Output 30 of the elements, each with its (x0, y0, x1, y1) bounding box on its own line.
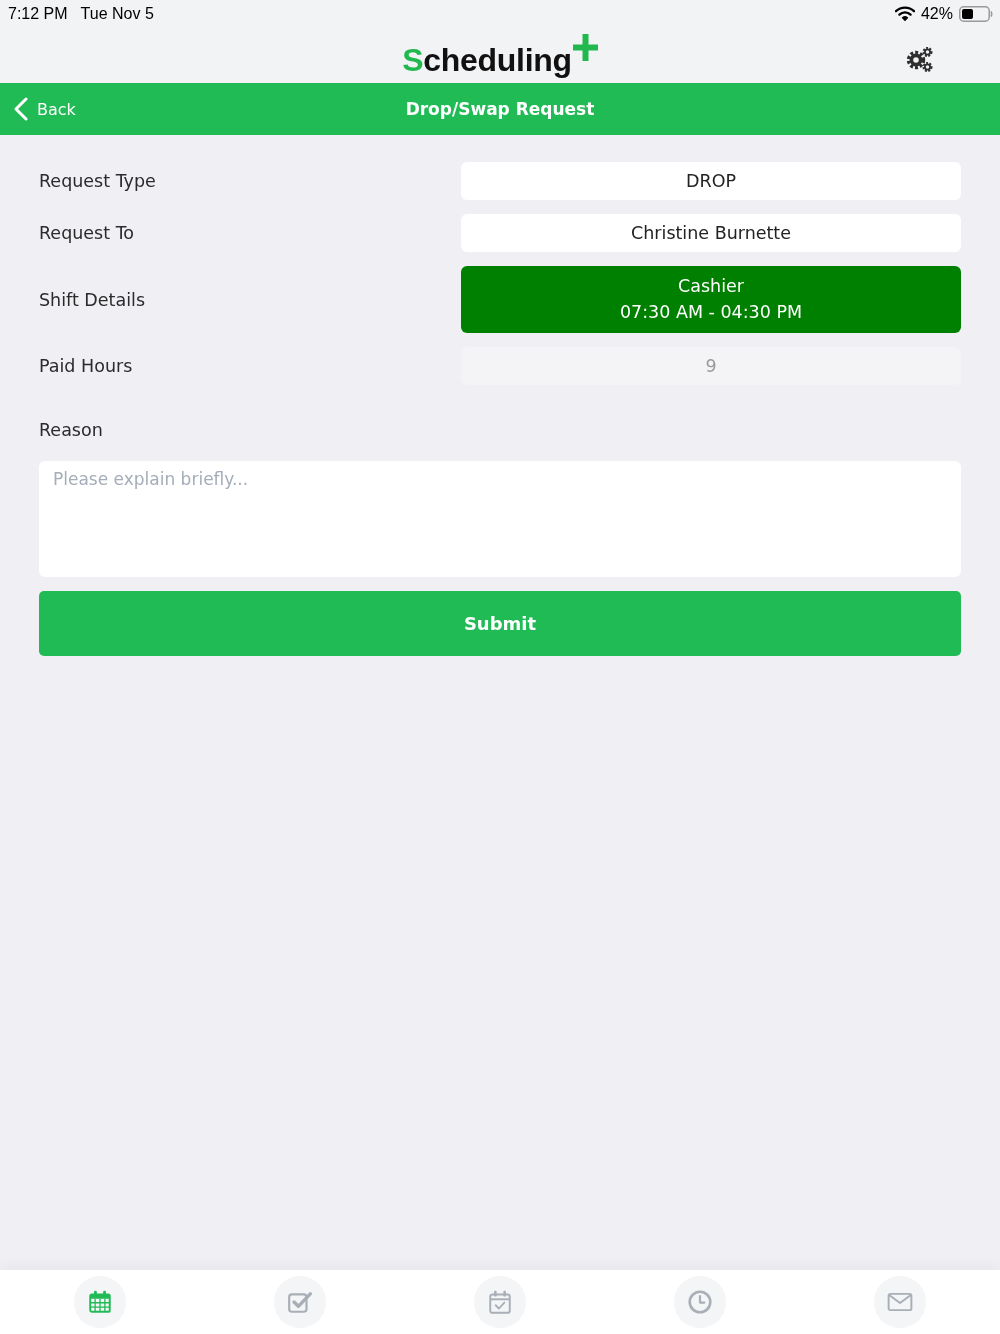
mail-tab[interactable] (874, 1276, 926, 1328)
battery-icon (959, 5, 993, 22)
plus-icon (572, 34, 598, 61)
form-label: Shift Details (39, 289, 145, 310)
value-field[interactable]: DROP (461, 162, 961, 200)
form-label: Paid Hours (39, 356, 133, 376)
form-label: Request To (39, 223, 135, 243)
shift-text: Cashier (678, 276, 744, 297)
settings-icon[interactable] (906, 45, 934, 73)
calendar-check-icon (487, 1289, 513, 1315)
value-field[interactable]: Christine Burnette (461, 214, 961, 252)
status-date: Tue Nov 5 (80, 4, 154, 23)
calendar-check-tab[interactable] (474, 1276, 526, 1328)
checkbox-icon (287, 1289, 313, 1315)
clock-icon (687, 1289, 713, 1315)
chevron-left-icon (14, 97, 28, 121)
logo-text: Scheduling (402, 41, 572, 76)
screen-title: Drop/Swap Request (405, 99, 595, 119)
wifi-icon (894, 6, 915, 21)
reason-field[interactable]: Please explain briefly... (39, 461, 961, 577)
calendar-tab[interactable] (74, 1276, 126, 1328)
value-field: 9 (461, 347, 961, 385)
clock-tab[interactable] (674, 1276, 726, 1328)
form-label: Reason (39, 420, 103, 440)
tasks-tab[interactable] (274, 1276, 326, 1328)
shift-text: 07:30 AM - 04:30 PM (619, 302, 803, 323)
calendar-grid-icon (87, 1289, 113, 1315)
battery-percent: 42% (920, 4, 953, 23)
form-label: Request Type (39, 171, 156, 191)
status-time: 7:12 PM (8, 4, 68, 23)
